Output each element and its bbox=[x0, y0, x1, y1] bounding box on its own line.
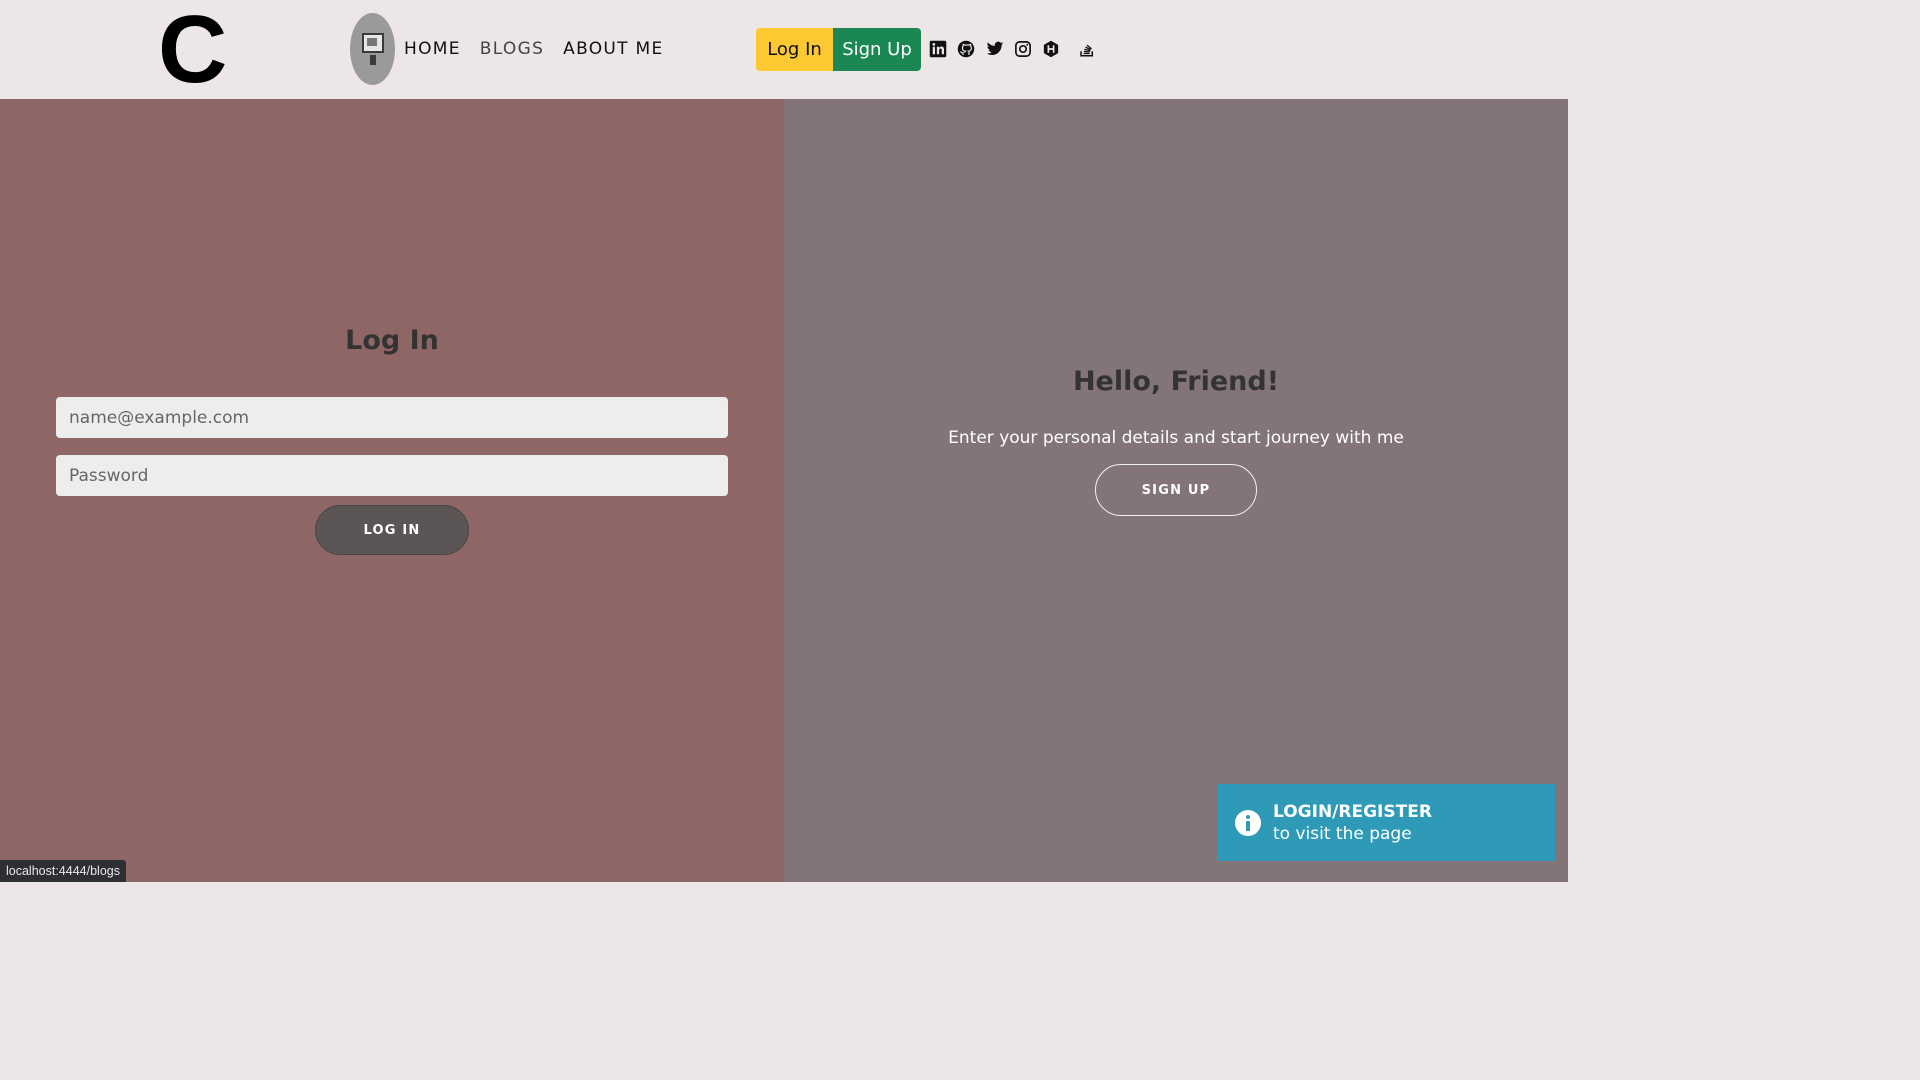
login-submit-button[interactable]: LOG IN bbox=[315, 505, 469, 555]
stackoverflow-icon[interactable] bbox=[1077, 38, 1097, 60]
header-signup-button[interactable]: Sign Up bbox=[833, 28, 921, 71]
signup-panel-title: Hello, Friend! bbox=[1072, 366, 1280, 397]
brand-logo[interactable]: C bbox=[158, 2, 227, 98]
linkedin-icon[interactable] bbox=[928, 38, 948, 60]
hashnode-icon[interactable] bbox=[1041, 38, 1061, 60]
nav-blogs-link[interactable]: BLOGS bbox=[480, 38, 544, 60]
twitter-icon[interactable] bbox=[985, 38, 1005, 60]
github-icon[interactable] bbox=[956, 38, 976, 60]
toast-title: LOGIN/REGISTER bbox=[1273, 802, 1432, 822]
signup-panel-subtitle: Enter your personal details and start jo… bbox=[948, 428, 1404, 448]
site-header: C HOME BLOGS ABOUT ME Log In Sign Up bbox=[0, 0, 1568, 99]
login-title: Log In bbox=[345, 325, 439, 356]
nav-about-link[interactable]: ABOUT ME bbox=[563, 38, 663, 60]
avatar[interactable] bbox=[350, 13, 395, 85]
nav-home-link[interactable]: HOME bbox=[404, 38, 461, 60]
password-field[interactable] bbox=[56, 455, 728, 496]
signup-panel-button[interactable]: SIGN UP bbox=[1095, 464, 1257, 516]
computer-icon bbox=[362, 33, 384, 53]
login-panel: Log In LOG IN bbox=[0, 99, 784, 882]
status-bar-url: localhost:4444/blogs bbox=[0, 860, 126, 882]
info-icon bbox=[1235, 810, 1261, 836]
instagram-icon[interactable] bbox=[1013, 38, 1033, 60]
email-field[interactable] bbox=[56, 397, 728, 438]
signup-panel: Hello, Friend! Enter your personal detai… bbox=[784, 99, 1568, 882]
header-login-button[interactable]: Log In bbox=[756, 28, 833, 71]
toast-body: to visit the page bbox=[1273, 824, 1412, 844]
main-nav: HOME BLOGS ABOUT ME bbox=[404, 38, 664, 60]
toast-notification[interactable]: LOGIN/REGISTER to visit the page bbox=[1217, 784, 1555, 861]
